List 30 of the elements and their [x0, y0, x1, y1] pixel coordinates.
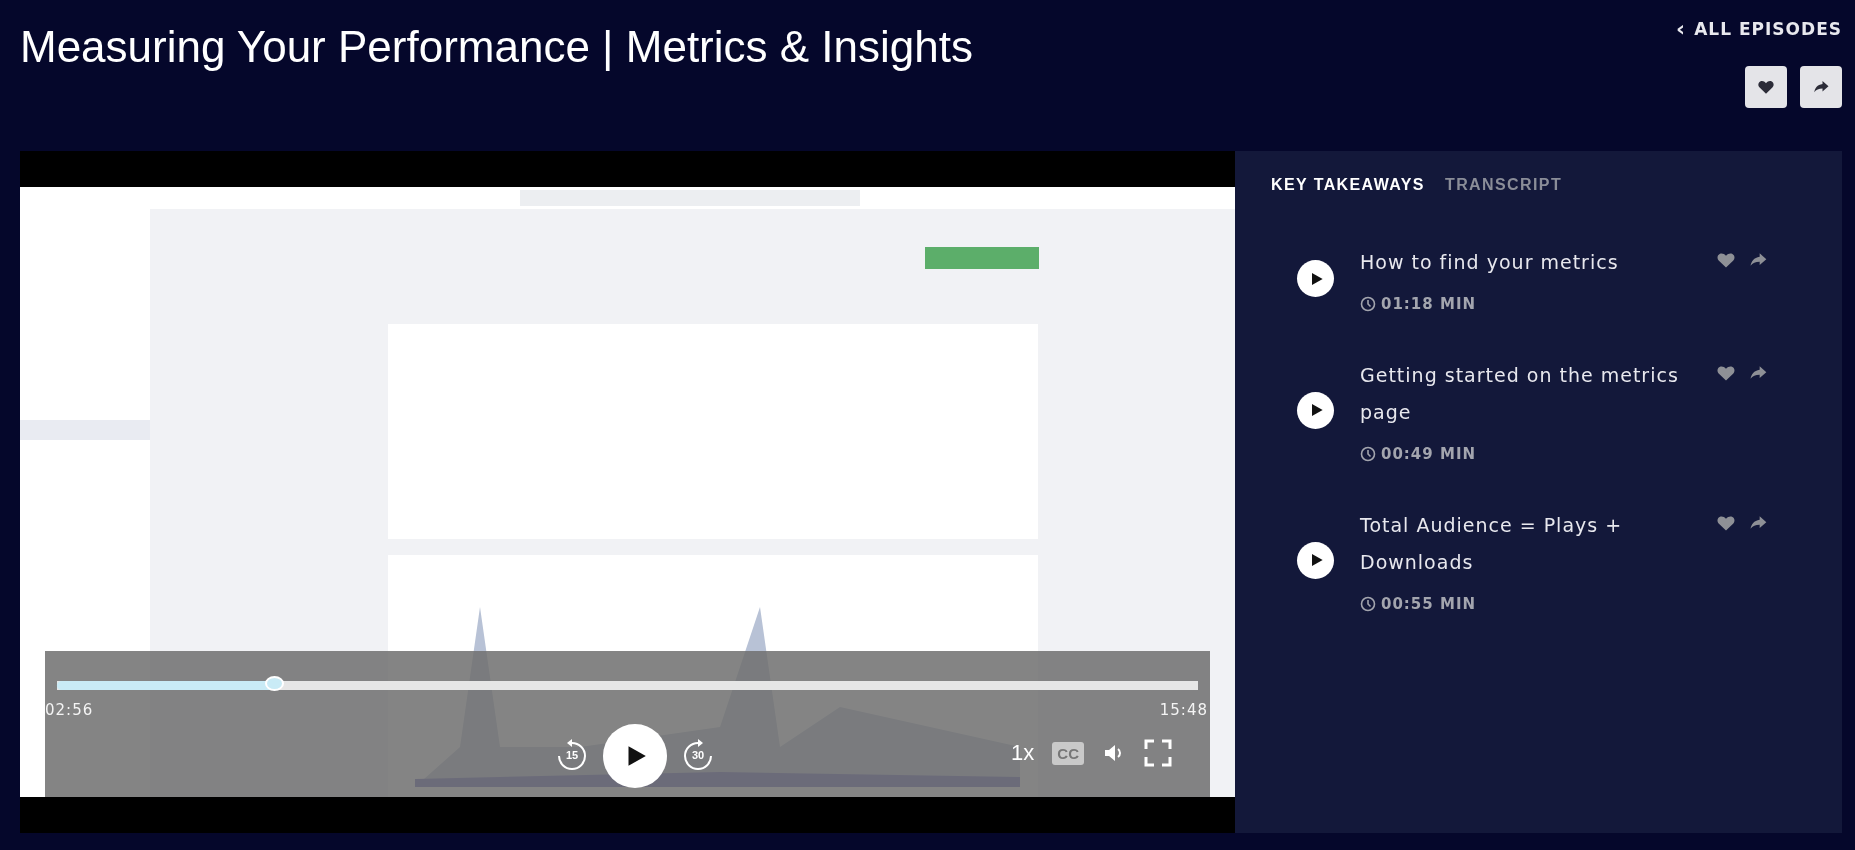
like-button[interactable]: [1745, 66, 1787, 108]
elapsed-time: 02:56: [45, 701, 94, 719]
skip-forward-button[interactable]: 30: [681, 739, 715, 773]
takeaway-duration: 01:18 MIN: [1360, 295, 1690, 313]
takeaway-title: Getting started on the metrics page: [1360, 363, 1680, 425]
play-button[interactable]: [1297, 391, 1334, 429]
share-button[interactable]: [1800, 66, 1842, 108]
duration-time: 15:48: [1159, 701, 1208, 719]
takeaway-duration: 00:49 MIN: [1360, 445, 1690, 463]
panel-tab[interactable]: KEY TAKEAWAYS: [1271, 176, 1425, 194]
skip-back-button[interactable]: 15: [555, 739, 589, 773]
heart-icon: [1716, 250, 1736, 270]
takeaway-title: Total Audience = Plays + Downloads: [1360, 513, 1624, 575]
play-button[interactable]: [1297, 260, 1334, 297]
clock-icon: [1360, 596, 1376, 612]
heart-icon: [1716, 363, 1736, 383]
speed-button[interactable]: 1x: [1011, 740, 1035, 766]
all-episodes-link[interactable]: ‹ ALL EPISODES: [1676, 18, 1842, 40]
fullscreen-button[interactable]: [1144, 739, 1172, 767]
clock-icon: [1360, 446, 1376, 462]
heart-icon: [1757, 78, 1775, 96]
progress-handle[interactable]: [264, 676, 284, 691]
play-button[interactable]: [1297, 541, 1334, 579]
takeaway-title: How to find your metrics: [1360, 250, 1620, 275]
panel-tab[interactable]: TRANSCRIPT: [1444, 176, 1563, 194]
clock-icon: [1360, 296, 1376, 312]
takeaway-duration: 00:55 MIN: [1360, 595, 1690, 613]
heart-icon: [1716, 513, 1736, 533]
episode-title: Measuring Your Performance | Metrics & Insights: [20, 22, 973, 73]
captions-button[interactable]: CC: [1052, 741, 1084, 765]
